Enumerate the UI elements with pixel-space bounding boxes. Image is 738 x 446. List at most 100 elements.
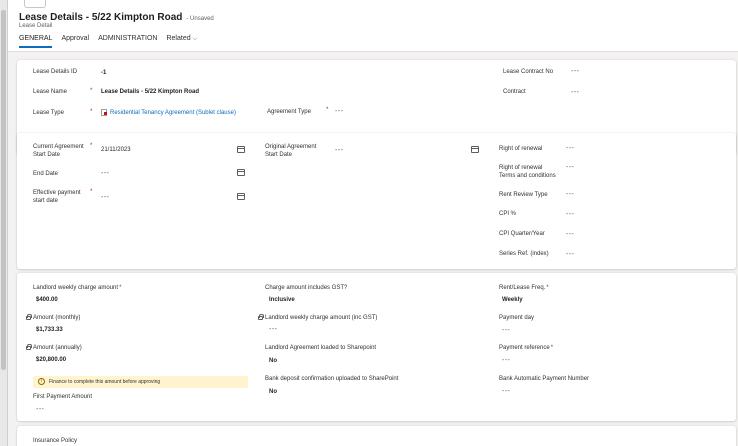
chevron-down-icon: ⌵ [192,36,198,42]
form-header: Lease Details - 5/22 Kimpton Road - Unsa… [8,0,738,52]
insurance-policy-label: Insurance Policy [33,438,78,444]
page-title: Lease Details - 5/22 Kimpton Road [19,12,183,23]
amount-annually-value: $20,800.00 [36,357,67,363]
landlord-weekly-label: Landlord weekly charge amount* [33,285,122,291]
finance-warning-banner: i Finance to complete this amount before… [33,376,248,388]
renewal-terms-value[interactable]: --- [566,164,575,171]
bank-auto-label: Bank Automatic Payment Number [499,376,590,382]
series-ref-label: Series Ref. (index) [499,251,549,257]
landlord-weekly-label-text: Landlord weekly charge amount [33,285,119,291]
required-marker: * [326,107,329,113]
payment-day-value[interactable]: --- [502,327,511,334]
amount-monthly-value: $1,733.33 [36,327,63,333]
scrollbar-thumb[interactable] [1,10,6,370]
tab-approval[interactable]: Approval [61,35,89,48]
rent-freq-label-text: Rent/Lease Freq. [499,285,546,291]
payment-day-label: Payment day [499,315,535,321]
landlord-weekly-gst-value: --- [269,326,278,333]
cpi-quarter-value[interactable]: --- [566,231,575,238]
required-marker: * [90,143,93,149]
warning-text: Finance to complete this amount before a… [49,379,161,385]
lease-contract-no-value[interactable]: --- [571,68,580,75]
lease-name-value[interactable]: Lease Details - 5/22 Kimpton Road [101,89,199,95]
bank-auto-value[interactable]: --- [502,388,511,395]
required-marker: * [90,88,93,94]
document-icon [101,109,107,116]
lock-icon [26,314,32,320]
right-of-renewal-value[interactable]: --- [566,145,575,152]
bank-deposit-label: Bank deposit confirmation uploaded to Sh… [265,376,399,382]
amount-monthly-label: Amount (monthly) [33,315,81,321]
lease-contract-no-label: Lease Contract No [503,69,554,75]
rent-review-type-label: Rent Review Type [499,192,548,198]
first-payment-label: First Payment Amount [33,394,93,400]
charge-gst-value[interactable]: Inclusive [269,297,295,303]
lock-icon [26,344,32,350]
calendar-icon[interactable] [237,146,245,153]
required-marker: * [90,109,93,115]
payment-ref-value[interactable]: --- [502,357,511,364]
agreement-type-label: Agreement Type [267,109,311,115]
renewal-terms-line2: Terms and conditions [499,173,556,179]
rent-review-type-value[interactable]: --- [566,191,575,198]
calendar-icon[interactable] [237,193,245,200]
original-line1: Original Agreement [265,144,317,150]
renewal-terms-label: Right of renewal Terms and conditions [499,164,556,180]
tab-administration[interactable]: ADMINISTRATION [98,35,157,48]
current-start-line1: Current Agreement [33,144,84,150]
lease-details-id-label: Lease Details ID [33,69,78,75]
lock-icon [258,314,264,320]
original-agreement-start-label: Original Agreement Start Date [265,143,316,159]
landlord-sharepoint-label: Landlord Agreement loaded to Sharepoint [265,345,377,351]
cpi-percent-label: CPI % [499,211,517,217]
contract-value[interactable]: --- [571,89,580,96]
rent-freq-value[interactable]: Weekly [502,297,523,303]
payment-details-card: Landlord weekly charge amount* $400.00 A… [17,273,736,421]
effective-payment-value[interactable]: --- [101,194,110,201]
end-date-value[interactable]: --- [101,170,110,177]
calendar-icon[interactable] [471,146,479,153]
lease-name-label: Lease Name [33,89,68,95]
cpi-percent-value[interactable]: --- [566,211,575,218]
agreement-dates-card: Current Agreement Start Date * 21/11/2023… [17,133,736,269]
effective-payment-label: Effective payment start date [33,189,81,205]
agreement-type-value[interactable]: --- [335,108,344,115]
amount-annually-label: Amount (annually) [33,345,82,351]
right-of-renewal-label: Right of renewal [499,146,543,152]
original-line2: Start Date [265,152,293,158]
tab-related[interactable]: Related ⌵ [166,35,197,48]
browser-tab-stub [24,0,46,8]
lease-details-id-value[interactable]: -1 [101,70,106,76]
tab-related-label: Related [166,35,191,42]
effective-line1: Effective payment [33,190,81,196]
insurance-card: Insurance Policy [17,426,736,446]
current-start-date-value[interactable]: 21/11/2023 [101,147,131,153]
left-scrollbar[interactable] [0,0,8,446]
effective-line2: start date [33,198,59,204]
landlord-sharepoint-value[interactable]: No [269,358,277,364]
lease-type-link[interactable]: Residential Tenancy Agreement (Sublet cl… [110,110,236,116]
cpi-quarter-label: CPI Quarter/Year [499,231,545,237]
info-icon: i [38,378,45,385]
landlord-weekly-value[interactable]: $400.00 [36,297,58,303]
required-marker: * [90,189,93,195]
contract-label: Contract [503,89,526,95]
current-agreement-start-label: Current Agreement Start Date [33,143,84,159]
charge-gst-label: Charge amount includes GST? [265,285,348,291]
tab-list: GENERAL Approval ADMINISTRATION Related ⌵ [19,35,197,48]
calendar-icon[interactable] [237,169,245,176]
current-start-line2: Start Date [33,152,61,158]
unsaved-status: - Unsaved [186,16,214,22]
end-date-label: End Date [33,171,59,177]
payment-ref-label: Payment reference* [499,345,554,351]
payment-ref-label-text: Payment reference [499,345,550,351]
first-payment-value[interactable]: --- [36,406,45,413]
form-subtitle: Lease Detail [19,23,53,29]
series-ref-value[interactable]: --- [566,251,575,258]
renewal-terms-line1: Right of renewal [499,165,543,171]
original-start-value[interactable]: --- [335,147,344,154]
bank-deposit-value[interactable]: No [269,389,277,395]
tab-general[interactable]: GENERAL [19,35,53,48]
rent-freq-label: Rent/Lease Freq.* [499,285,549,291]
lease-type-label: Lease Type [33,110,64,116]
